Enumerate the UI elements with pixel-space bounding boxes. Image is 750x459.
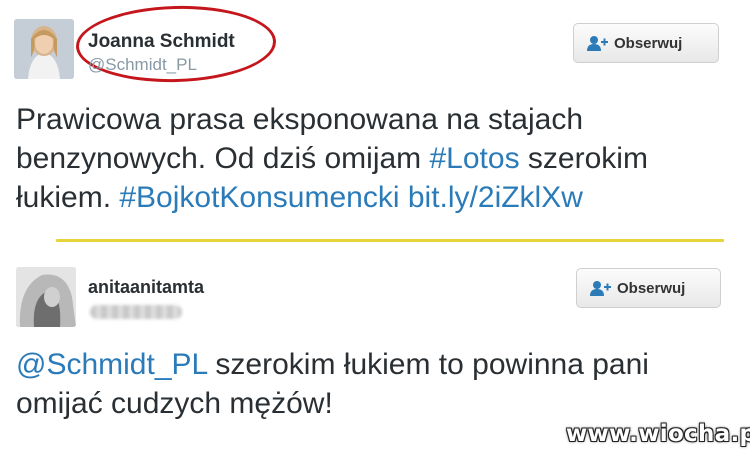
follow-label: Obserwuj	[614, 34, 683, 52]
user-handle-blurred	[90, 305, 182, 319]
follow-button[interactable]: Obserwuj	[576, 268, 721, 308]
tweet-1: Joanna Schmidt @Schmidt_PL Obserwuj Praw…	[0, 0, 750, 240]
user-name[interactable]: Joanna Schmidt	[88, 31, 235, 53]
tweet-text-segment	[400, 181, 408, 214]
avatar[interactable]	[16, 267, 76, 327]
avatar[interactable]	[14, 19, 74, 79]
hashtag-link[interactable]: #Lotos	[430, 142, 520, 175]
add-user-icon	[590, 281, 611, 296]
tweet-text: @Schmidt_PL szerokim łukiem to powinna p…	[16, 345, 736, 423]
avatar-photo	[14, 19, 74, 79]
url-link[interactable]: bit.ly/2iZklXw	[408, 181, 583, 214]
divider	[56, 239, 724, 242]
tweet-text: Prawicowa prasa eksponowana na stajach b…	[16, 100, 736, 217]
follow-button[interactable]: Obserwuj	[573, 23, 719, 63]
follow-label: Obserwuj	[617, 279, 686, 297]
avatar-photo	[16, 267, 76, 327]
add-user-icon	[587, 36, 608, 51]
mention-link[interactable]: @Schmidt_PL	[16, 348, 207, 381]
user-name[interactable]: anitaanitamta	[88, 277, 204, 298]
user-handle[interactable]: @Schmidt_PL	[88, 55, 197, 75]
hashtag-link[interactable]: #BojkotKonsumencki	[119, 181, 399, 214]
watermark: www.wiocha.pl	[566, 421, 750, 447]
